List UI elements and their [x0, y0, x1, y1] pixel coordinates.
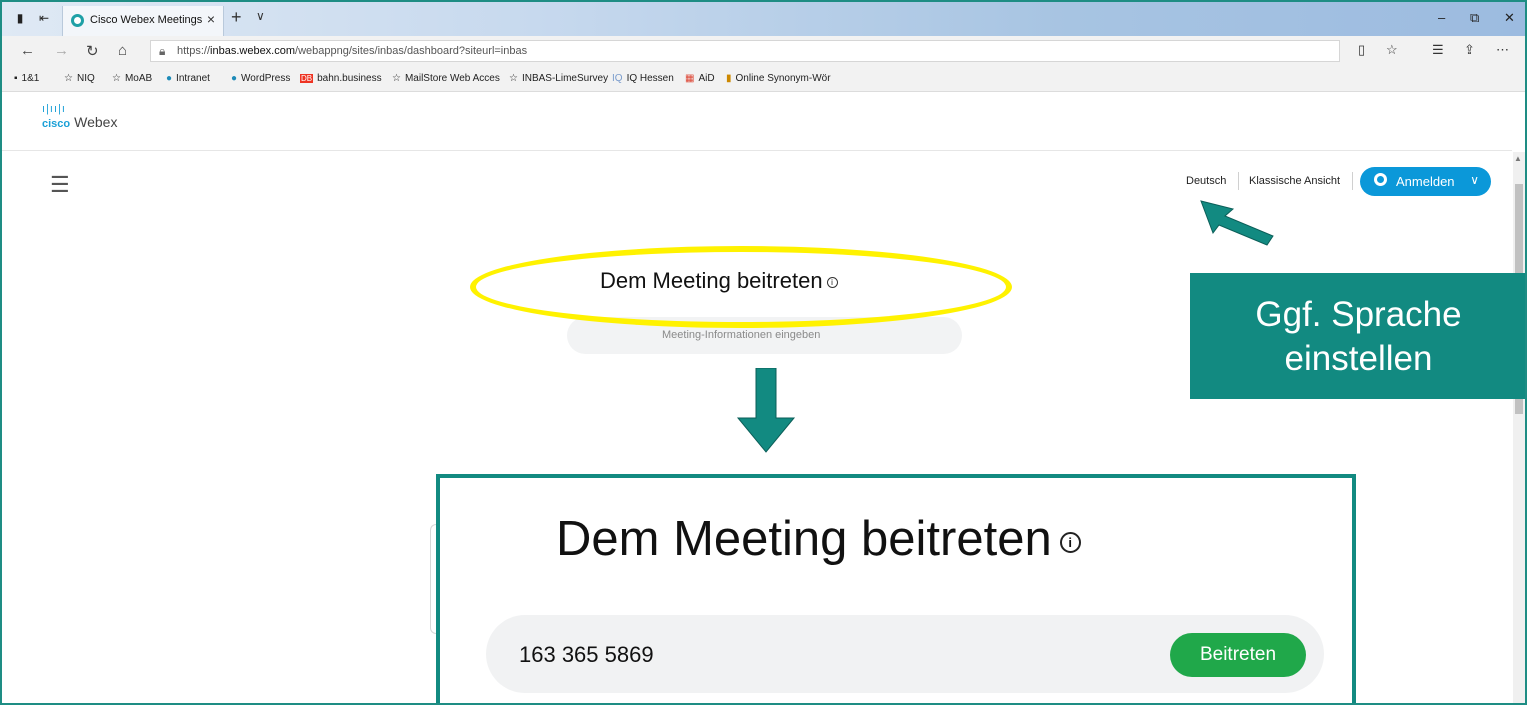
callout-line-2: einstellen — [1284, 339, 1433, 378]
favorite-star-icon[interactable]: ☆ — [1386, 42, 1398, 58]
highlight-ellipse — [470, 246, 1012, 328]
bookmark-item[interactable]: ● Intranet — [166, 73, 210, 84]
refresh-icon[interactable]: ↻ — [86, 42, 99, 60]
minimize-icon[interactable]: – — [1438, 10, 1445, 25]
sign-in-label: Anmelden — [1396, 174, 1455, 189]
page-scrollbar[interactable]: ▲ — [1513, 152, 1525, 703]
tab-title: Cisco Webex Meetings — [90, 14, 203, 26]
browser-title-bar: ▮ ⇤ Cisco Webex Meetings × + ∨ – ⧉ ✕ — [2, 2, 1525, 36]
webex-favicon-icon — [71, 14, 84, 27]
bookmark-item[interactable]: ☆ MailStore Web Acces — [392, 73, 500, 84]
cisco-webex-logo[interactable]: ı|ıı|ı cisco Webex — [42, 104, 117, 132]
address-bar: ← → ↻ ⌂ 🔒︎ https://inbas.webex.com/webap… — [2, 36, 1525, 66]
tab-close-icon[interactable]: × — [207, 11, 215, 27]
language-hint-callout: Ggf. Sprache einstellen — [1190, 273, 1525, 399]
down-arrow-icon — [736, 368, 796, 453]
url-field[interactable]: 🔒︎ https://inbas.webex.com/webappng/site… — [150, 40, 1340, 62]
callout-arrow-icon — [1200, 200, 1274, 246]
divider — [1352, 172, 1353, 190]
classic-view-link[interactable]: Klassische Ansicht — [1249, 175, 1340, 187]
meeting-number-input[interactable]: 163 365 5869 Beitreten — [486, 615, 1324, 693]
forward-icon[interactable]: → — [54, 42, 69, 59]
new-tab-icon[interactable]: + — [231, 7, 242, 28]
language-link[interactable]: Deutsch — [1186, 175, 1226, 187]
bookmark-item[interactable]: ● WordPress — [231, 73, 290, 84]
tab-list-icon[interactable]: ∨ — [256, 9, 265, 23]
screenshot-frame: ▮ ⇤ Cisco Webex Meetings × + ∨ – ⧉ ✕ ← →… — [0, 0, 1527, 705]
favorites-hub-icon[interactable]: ☰ — [1432, 42, 1444, 58]
tab-aside-icon[interactable]: ⇤ — [36, 11, 52, 25]
restore-icon[interactable]: ⧉ — [1470, 10, 1479, 26]
scroll-up-icon[interactable]: ▲ — [1514, 154, 1522, 163]
callout-line-1: Ggf. Sprache — [1255, 295, 1462, 334]
reading-view-icon[interactable]: ▯ — [1358, 42, 1365, 58]
more-menu-icon[interactable]: ⋯ — [1496, 42, 1509, 58]
zoomed-join-title: Dem Meeting beitreten i — [556, 511, 1081, 567]
close-window-icon[interactable]: ✕ — [1504, 10, 1515, 26]
bookmark-item[interactable]: ▮ Online Synonym-Wör — [726, 73, 831, 84]
chevron-down-icon[interactable]: ∨ — [1470, 173, 1479, 187]
sign-in-button[interactable]: Anmelden ∨ — [1360, 167, 1491, 196]
bookmark-item[interactable]: DB bahn.business — [300, 73, 382, 84]
cisco-bars-icon: ı|ıı|ı — [42, 103, 66, 115]
header-divider — [2, 150, 1512, 151]
bookmark-item[interactable]: ☆ MoAB — [112, 73, 152, 84]
bookmarks-bar: ▪ 1&1 ☆ NIQ ☆ MoAB ● Intranet ● WordPress DB b… — [2, 66, 1525, 92]
hamburger-menu-icon[interactable]: ☰ — [50, 172, 70, 198]
bookmark-item[interactable]: IQ IQ Hessen — [612, 73, 674, 84]
bookmark-item[interactable]: ▪ 1&1 — [14, 73, 39, 84]
meeting-number-value: 163 365 5869 — [519, 642, 654, 667]
tab-cisco-webex[interactable]: Cisco Webex Meetings × — [62, 6, 224, 36]
join-button[interactable]: Beitreten — [1170, 633, 1306, 677]
bookmark-item[interactable]: ☆ NIQ — [64, 73, 95, 84]
home-icon[interactable]: ⌂ — [118, 42, 127, 59]
lock-icon: 🔒︎ — [159, 44, 166, 58]
bookmark-item[interactable]: ☆ INBAS-LimeSurvey — [509, 73, 608, 84]
webex-page: ı|ıı|ı cisco Webex ☰ Deutsch Klassische A… — [2, 92, 1525, 703]
meeting-info-placeholder: Meeting-Informationen eingeben — [662, 329, 821, 341]
webex-icon — [1374, 173, 1387, 186]
bookmark-item[interactable]: ▦ AiD — [685, 73, 715, 84]
url-text: https://inbas.webex.com/webappng/sites/i… — [177, 45, 528, 57]
info-icon[interactable]: i — [1059, 531, 1081, 553]
back-icon[interactable]: ← — [20, 42, 35, 59]
share-icon[interactable]: ⇪ — [1464, 42, 1475, 58]
window-menu-icon[interactable]: ▮ — [12, 11, 28, 25]
divider — [1238, 172, 1239, 190]
zoomed-join-panel: Dem Meeting beitreten i 163 365 5869 Beit… — [436, 474, 1356, 703]
